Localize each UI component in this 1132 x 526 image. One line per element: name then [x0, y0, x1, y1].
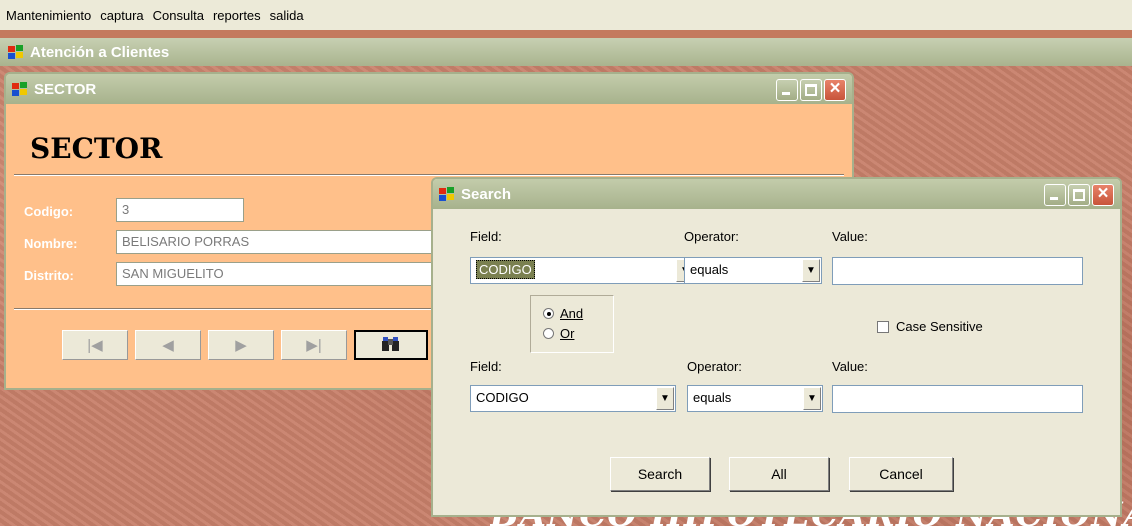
value-input-1[interactable] — [832, 257, 1083, 285]
cancel-button[interactable]: Cancel — [849, 457, 953, 491]
search-dialog-title: Search — [461, 185, 512, 203]
next-icon: ▶ — [235, 337, 247, 354]
maximize-button[interactable] — [1068, 184, 1090, 206]
checkbox-icon — [877, 320, 889, 333]
search-button-label: Search — [637, 466, 683, 482]
nombre-label: Nombre: — [24, 236, 78, 251]
sector-title-bar[interactable]: SECTOR — [6, 74, 852, 104]
field-select-1-value: CODIGO — [476, 260, 535, 279]
field-select-1[interactable]: CODIGO ▼ — [470, 257, 696, 284]
codigo-field[interactable]: 3 — [116, 198, 244, 222]
radio-unselected-icon — [543, 328, 554, 339]
menubar: Mantenimiento captura Consulta reportes … — [0, 0, 1132, 30]
close-icon: × — [829, 78, 841, 99]
previous-record-button[interactable]: ◀ — [135, 330, 201, 360]
menu-captura[interactable]: captura — [100, 8, 143, 23]
nombre-field[interactable]: BELISARIO PORRAS — [116, 230, 432, 254]
value-label-2: Value: — [832, 359, 868, 374]
previous-icon: ◀ — [162, 337, 174, 354]
app-logo-icon — [8, 44, 26, 60]
logic-radio-group: And Or — [530, 295, 614, 353]
field-label-1: Field: — [470, 229, 502, 244]
value-label-1: Value: — [832, 229, 868, 244]
close-button[interactable]: × — [1092, 183, 1114, 206]
all-button-label: All — [771, 466, 787, 482]
last-record-button[interactable]: ▶| — [281, 330, 347, 360]
minimize-button[interactable] — [1044, 184, 1066, 206]
window-logo-icon — [439, 186, 457, 202]
codigo-label: Codigo: — [24, 204, 74, 219]
first-icon: |◀ — [87, 337, 103, 354]
chevron-down-icon[interactable]: ▼ — [656, 387, 674, 410]
chevron-down-icon[interactable]: ▼ — [803, 387, 821, 410]
field-select-2[interactable]: CODIGO ▼ — [470, 385, 676, 412]
search-title-bar[interactable]: Search — [433, 179, 1120, 209]
maximize-button[interactable] — [800, 79, 822, 101]
operator-label-2: Operator: — [687, 359, 742, 374]
all-button[interactable]: All — [729, 457, 829, 491]
app-title-bar: Atención a Clientes — [0, 38, 1132, 66]
next-record-button[interactable]: ▶ — [208, 330, 274, 360]
window-logo-icon — [12, 81, 30, 97]
distrito-field[interactable]: SAN MIGUELITO — [116, 262, 432, 286]
search-dialog: Search × Field: Operator: Value: CODIGO … — [431, 177, 1122, 517]
operator-select-1[interactable]: equals ▼ — [684, 257, 822, 284]
or-radio[interactable]: Or — [543, 326, 574, 341]
and-radio[interactable]: And — [543, 306, 583, 321]
divider — [14, 174, 844, 176]
and-label: And — [560, 306, 584, 321]
cancel-button-label: Cancel — [879, 466, 923, 482]
maximize-icon — [1073, 189, 1085, 201]
menu-salida[interactable]: salida — [270, 8, 304, 23]
maximize-icon — [805, 84, 817, 96]
field-label-2: Field: — [470, 359, 502, 374]
chevron-down-icon[interactable]: ▼ — [802, 259, 820, 282]
search-button[interactable]: Search — [610, 457, 710, 491]
operator-select-1-value: equals — [690, 262, 729, 277]
minimize-icon — [1050, 197, 1058, 200]
first-record-button[interactable]: |◀ — [62, 330, 128, 360]
menu-reportes[interactable]: reportes — [213, 8, 261, 23]
case-sensitive-label: Case Sensitive — [896, 319, 983, 334]
close-button[interactable]: × — [824, 78, 846, 101]
operator-label-1: Operator: — [684, 229, 739, 244]
minimize-icon — [782, 92, 790, 95]
value-input-2[interactable] — [832, 385, 1083, 413]
radio-selected-icon — [543, 308, 554, 319]
or-label: Or — [560, 326, 575, 341]
last-icon: ▶| — [306, 337, 322, 354]
close-icon: × — [1097, 183, 1109, 204]
sector-heading: SECTOR — [30, 132, 163, 165]
distrito-label: Distrito: — [24, 268, 74, 283]
sector-window-title: SECTOR — [34, 80, 97, 98]
menu-consulta[interactable]: Consulta — [153, 8, 204, 23]
field-select-2-value: CODIGO — [476, 390, 529, 405]
operator-select-2[interactable]: equals ▼ — [687, 385, 823, 412]
search-records-button[interactable] — [354, 330, 428, 360]
menu-mantenimiento[interactable]: Mantenimiento — [6, 8, 91, 23]
app-title: Atención a Clientes — [30, 43, 170, 61]
case-sensitive-checkbox[interactable]: Case Sensitive — [877, 319, 983, 334]
binoculars-icon — [382, 337, 399, 351]
minimize-button[interactable] — [776, 79, 798, 101]
operator-select-2-value: equals — [693, 390, 732, 405]
